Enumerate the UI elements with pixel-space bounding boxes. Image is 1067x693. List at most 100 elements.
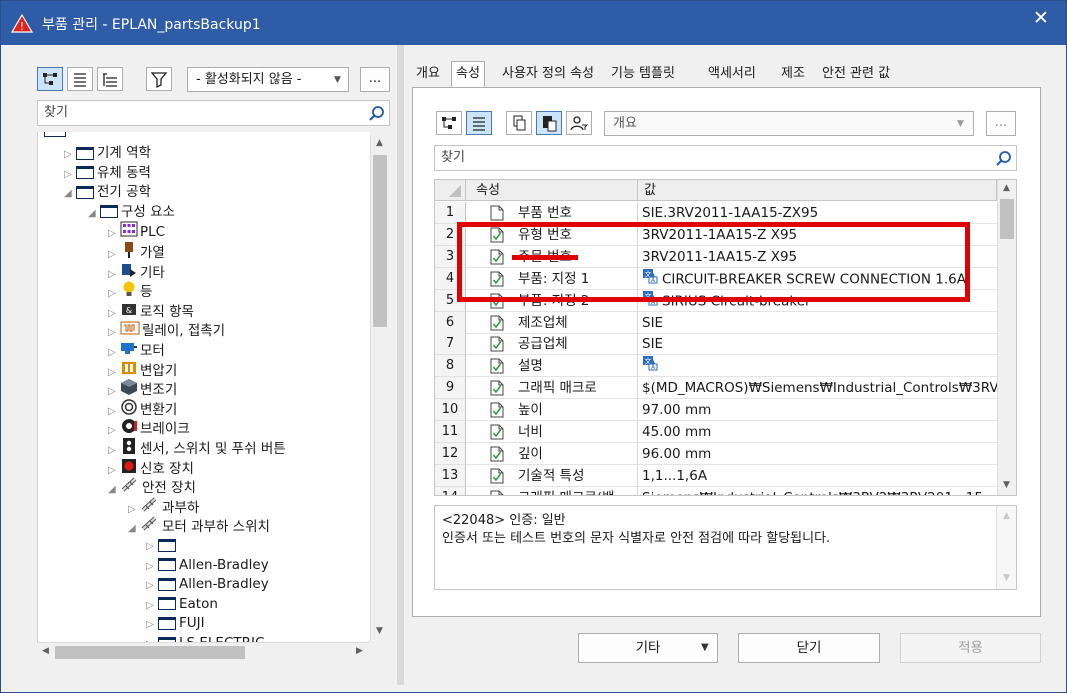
view-scheme-combo[interactable]: 개요 ▼ [604,111,974,136]
tree-node[interactable]: ▷ 기타 [108,261,165,281]
property-cell[interactable]: 기술적 특성 [466,464,638,487]
value-cell[interactable]: SIE.3RV2011-1AA15-ZX95 [638,202,997,224]
tree-node[interactable]: ▷ 릴레이, 접촉기 [108,319,225,339]
tree-scroll-thumb[interactable] [373,155,387,327]
close-window-button[interactable]: ✕ [1023,5,1059,31]
value-cell[interactable]: 96.00 mm [638,443,997,465]
scroll-down-icon[interactable]: ▼ [371,623,388,640]
multilanguage-icon[interactable]: 文A [642,355,658,376]
tree-node[interactable]: ▷ 센서, 스위치 및 푸쉬 버튼 [108,437,286,457]
property-cell[interactable]: 그래픽 매크로 [466,377,638,400]
parts-tree[interactable]: ▷ 기계 역학 ▷ 유체 동력 ◢ 전기 공학 ◢ 구성 요소 ▷ PLC ▷ 가열 ▷ 기타 ▷ 등 ▷ & 로직… [37,132,370,642]
value-cell[interactable]: 45.00 mm [638,421,997,443]
tab-6[interactable]: 안전 관련 값 [818,62,894,87]
list-view-button[interactable] [67,67,93,91]
tree-collapse-icon[interactable]: ◢ [88,204,100,224]
tree-node[interactable]: ▷ 변압기 [108,359,177,379]
tree-horizontal-scrollbar[interactable]: ◀ ▶ [37,642,370,661]
tree-list-view-button[interactable] [97,67,123,91]
tree-node[interactable]: ▷ Eaton [146,594,218,614]
value-cell[interactable]: SIE [638,333,997,356]
grid-tree-view-button[interactable] [436,111,462,135]
tree-collapse-icon[interactable]: ◢ [64,184,76,204]
tab-1[interactable]: 속성 [451,61,485,88]
filter-button[interactable] [146,67,172,91]
tree-node[interactable]: ▷ 브레이크 [108,417,190,437]
copy-button[interactable] [506,111,532,135]
view-more-button[interactable]: ... [986,111,1016,136]
left-search-input[interactable]: 찾기 [37,100,390,126]
apply-button[interactable]: 적용 [900,633,1041,663]
tree-node[interactable]: ◢ 전기 공학 [64,182,151,202]
tree-node[interactable]: ▷ 등 [108,280,152,300]
grid-vertical-scrollbar[interactable]: ▲ ▼ [997,180,1016,495]
tree-node[interactable]: ▷ 유체 동력 [64,163,151,183]
tree-node[interactable]: ▷ 과부하 [128,496,199,516]
tree-node[interactable]: ◢ 안전 장치 [108,476,196,496]
grid-row[interactable]: 6 제조업체 SIE [435,311,997,334]
grid-row[interactable]: 11 너비 45.00 mm [435,421,997,443]
tab-4[interactable]: 액세서리 [704,62,760,87]
scroll-up-icon[interactable]: ▲ [998,508,1015,525]
tab-0[interactable]: 개요 [412,62,444,87]
tree-node[interactable]: ▷ 신호 장치 [108,457,194,477]
property-cell[interactable]: 설명 [466,355,638,378]
column-header-value[interactable]: 값 [638,180,997,201]
description-scrollbar[interactable]: ▲ ▼ [996,506,1016,589]
tree-node[interactable]: ◢ 구성 요소 [88,202,175,222]
tab-5[interactable]: 제조 [777,62,809,87]
scroll-up-icon[interactable]: ▲ [371,135,388,152]
grid-row[interactable]: 7 공급업체 SIE [435,333,997,356]
tree-collapse-icon[interactable]: ◢ [108,480,120,500]
tree-node[interactable]: ▷ LS ELECTRIC [146,633,264,642]
grid-row[interactable]: 9 그래픽 매크로 $(MD_MACROS)₩Siemens₩Industrial_… [435,377,997,400]
search-icon[interactable] [995,150,1013,168]
value-cell[interactable]: 文A [638,355,997,378]
paste-button[interactable] [536,111,562,135]
tree-hscroll-thumb[interactable] [55,646,245,659]
close-button[interactable]: 닫기 [738,633,880,663]
panel-splitter[interactable] [397,45,404,685]
tree-node[interactable]: ▷ 기계 역학 [64,143,151,163]
scroll-up-icon[interactable]: ▲ [998,180,1015,197]
tab-2[interactable]: 사용자 정의 속성 [498,62,598,87]
scroll-left-icon[interactable]: ◀ [37,643,54,660]
tree-view-button[interactable] [37,67,63,91]
tree-node[interactable]: ▷ PLC [108,221,165,241]
tree-expand-icon[interactable]: ▷ [146,635,158,642]
column-header-property[interactable]: 속성 [466,180,638,201]
tree-node[interactable]: ▷ 변조기 [108,378,177,398]
property-cell[interactable]: 제조업체 [466,311,638,334]
tree-node[interactable]: ▷ 변환기 [108,398,177,418]
tree-collapse-icon[interactable]: ◢ [128,519,140,539]
title-bar[interactable]: ! 부품 관리 - EPLAN_partsBackup1 ✕ [1,1,1066,45]
property-cell[interactable]: 높이 [466,399,638,422]
tree-node[interactable]: ▷ Allen-Bradley [146,574,269,594]
value-cell[interactable]: 1,1...1,6A [638,465,997,487]
scroll-down-icon[interactable]: ▼ [998,477,1015,494]
property-cell[interactable]: 부품 번호 [466,202,638,224]
grid-row[interactable]: 14 그래픽 매크로(백 Siemens₩Industrial_Controls₩3… [435,486,997,495]
grid-row[interactable]: 8 설명 文 A [435,355,997,378]
tree-node[interactable]: ▷ Allen-Bradley [146,555,269,575]
tree-node[interactable]: ◢ 모터 과부하 스위치 [128,515,270,535]
grid-row[interactable]: 1 부품 번호 SIE.3RV2011-1AA15-ZX95 [435,202,997,224]
filter-combo[interactable]: - 활성화되지 않음 - ▼ [187,67,349,92]
other-menu-button[interactable]: 기타 ▼ [578,633,718,663]
filter-more-button[interactable]: ... [360,67,390,92]
tree-node[interactable]: ▷ 가열 [108,241,165,261]
grid-row[interactable]: 13 기술적 특성 1,1...1,6A [435,464,997,487]
value-cell[interactable]: Siemens₩Industrial_Controls₩3RV2₩3RV201.… [638,487,997,495]
tree-node[interactable]: ▷ [146,535,179,555]
scroll-right-icon[interactable]: ▶ [351,643,368,660]
property-cell[interactable]: 깊이 [466,442,638,465]
scroll-down-icon[interactable]: ▼ [998,570,1015,587]
tree-vertical-scrollbar[interactable]: ▲ ▼ [370,135,389,642]
tab-3[interactable]: 기능 템플릿 [607,62,679,87]
tree-node[interactable]: ▷ 모터 [108,339,165,359]
value-cell[interactable]: 97.00 mm [638,399,997,422]
property-cell[interactable]: 공급업체 [466,333,638,356]
grid-list-view-button[interactable] [466,111,492,135]
grid-row[interactable]: 10 높이 97.00 mm [435,399,997,422]
tree-node[interactable]: ▷ & 로직 항목 [108,300,194,320]
